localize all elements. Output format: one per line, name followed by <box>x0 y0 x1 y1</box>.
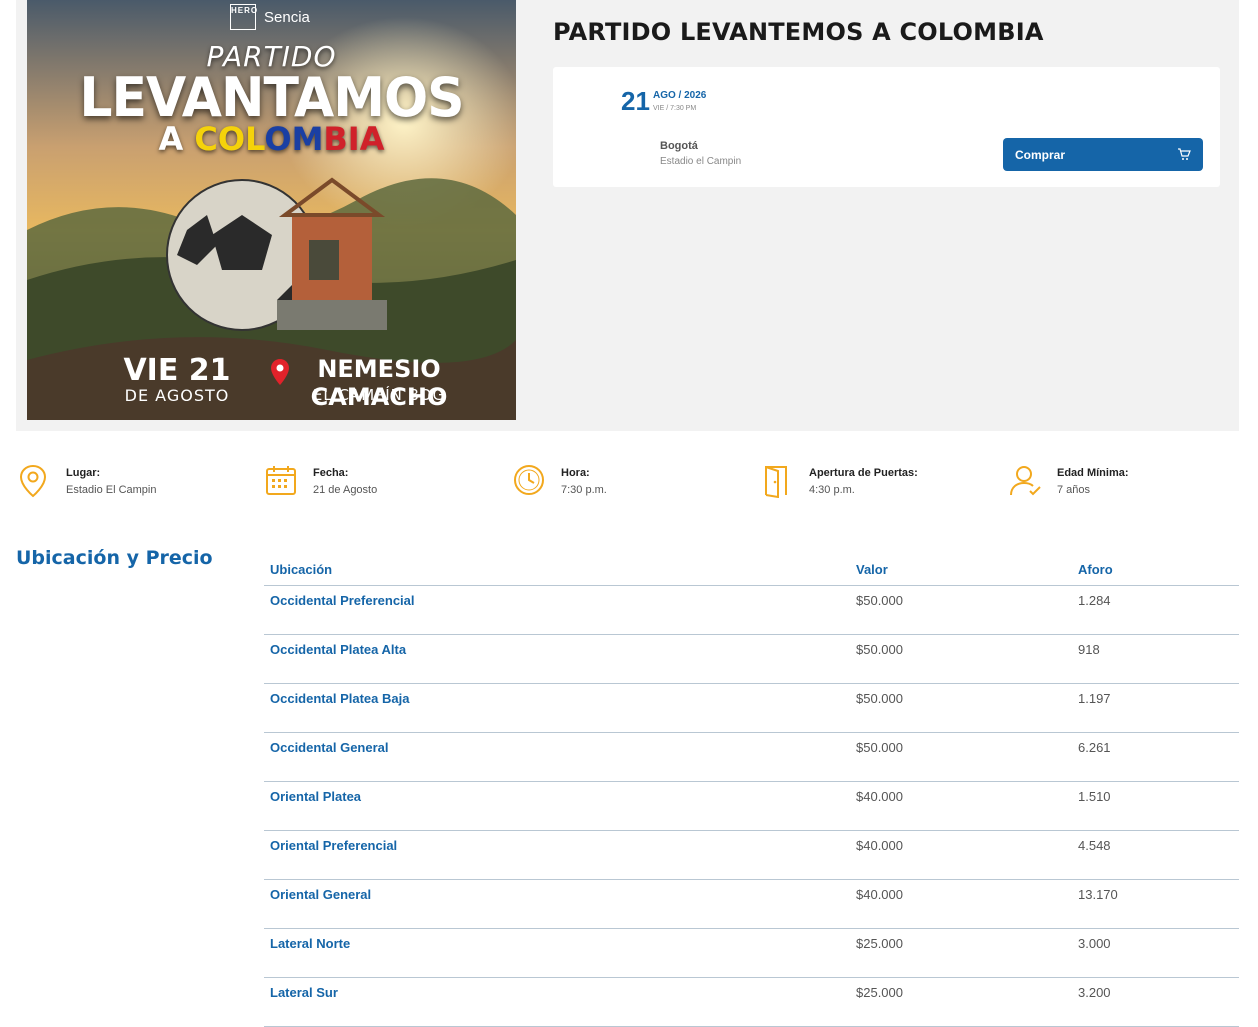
event-title: PARTIDO LEVANTEMOS A COLOMBIA <box>553 18 1044 46</box>
row-price: $50.000 <box>850 683 1072 733</box>
buy-button[interactable]: Comprar <box>1003 138 1203 171</box>
buy-button-label: Comprar <box>1015 148 1066 162</box>
info-value: 4:30 p.m. <box>809 484 855 496</box>
table-header-row: Ubicación Valor Aforo <box>264 548 1239 586</box>
row-price: $40.000 <box>850 830 1072 880</box>
table-row: Occidental Preferencial $50.000 1.284 <box>264 585 1239 635</box>
info-value: 7 años <box>1057 484 1091 496</box>
header-ubicacion: Ubicación <box>264 548 850 586</box>
poster-brand: HERO Sencia <box>230 4 310 30</box>
row-price: $50.000 <box>850 585 1072 635</box>
table-row: Oriental Preferencial $40.000 4.548 <box>264 830 1239 880</box>
row-price: $25.000 <box>850 928 1072 978</box>
row-location: Occidental General <box>264 732 850 782</box>
table-row: Oriental Platea $40.000 1.510 <box>264 781 1239 831</box>
sencia-logo: Sencia <box>264 8 310 26</box>
table-row: Oriental General $40.000 13.170 <box>264 879 1239 929</box>
table-row: Lateral Norte $25.000 3.000 <box>264 928 1239 978</box>
row-price: $50.000 <box>850 732 1072 782</box>
row-capacity: 3.000 <box>1072 928 1239 978</box>
row-capacity: 3.200 <box>1072 977 1239 1027</box>
info-value: Estadio El Campin <box>66 484 157 496</box>
table-row: Occidental General $50.000 6.261 <box>264 732 1239 782</box>
info-label: Lugar: <box>66 467 101 479</box>
event-city: Bogotá <box>660 140 698 152</box>
row-capacity: 6.261 <box>1072 732 1239 782</box>
row-capacity: 13.170 <box>1072 879 1239 929</box>
door-icon <box>765 466 787 498</box>
poster-line-colombia: A COLOMBIA <box>158 120 385 158</box>
info-label: Apertura de Puertas: <box>809 467 918 479</box>
row-price: $25.000 <box>850 977 1072 1027</box>
event-weekday-time: VIE / 7:30 PM <box>653 105 697 112</box>
event-poster: HERO Sencia PARTIDO LEVANTAMOS A COLOMBI… <box>27 0 516 420</box>
calendar-icon <box>266 466 296 495</box>
header-aforo: Aforo <box>1072 548 1239 586</box>
info-label: Fecha: <box>313 467 349 479</box>
row-capacity: 1.510 <box>1072 781 1239 831</box>
event-day: 21 <box>621 86 650 116</box>
poster-venue-sub: EL CAMPÍN BOG <box>312 386 446 404</box>
event-month-year: AGO / 2026 <box>653 90 707 101</box>
event-date-card: 21 AGO / 2026 VIE / 7:30 PM Bogotá Estad… <box>553 67 1220 187</box>
prices-section-title: Ubicación y Precio <box>16 547 213 569</box>
info-label: Edad Mínima: <box>1057 467 1129 479</box>
table-row: Occidental Platea Alta $50.000 918 <box>264 634 1239 684</box>
cart-icon <box>1178 148 1191 160</box>
info-value: 7:30 p.m. <box>561 484 607 496</box>
row-capacity: 4.548 <box>1072 830 1239 880</box>
table-row: Occidental Platea Baja $50.000 1.197 <box>264 683 1239 733</box>
hero-logo: HERO <box>230 4 257 30</box>
header-valor: Valor <box>850 548 1072 586</box>
row-location: Occidental Preferencial <box>264 585 850 635</box>
info-value: 21 de Agosto <box>313 484 378 496</box>
row-location: Occidental Platea Alta <box>264 634 850 684</box>
row-location: Oriental Platea <box>264 781 850 831</box>
row-price: $50.000 <box>850 634 1072 684</box>
row-capacity: 1.284 <box>1072 585 1239 635</box>
info-label: Hora: <box>561 467 590 479</box>
location-pin-icon <box>19 464 47 498</box>
row-capacity: 1.197 <box>1072 683 1239 733</box>
poster-pin-icon <box>271 359 289 385</box>
row-location: Lateral Norte <box>264 928 850 978</box>
event-venue: Estadio el Campin <box>660 156 742 167</box>
poster-date: VIE 21 <box>123 353 231 388</box>
row-location: Lateral Sur <box>264 977 850 1027</box>
poster-month: DE AGOSTO <box>124 386 230 405</box>
row-capacity: 918 <box>1072 634 1239 684</box>
row-location: Oriental General <box>264 879 850 929</box>
row-price: $40.000 <box>850 879 1072 929</box>
clock-icon <box>514 465 544 495</box>
user-check-icon <box>1010 466 1041 496</box>
price-table: Ubicación Valor Aforo Occidental Prefere… <box>264 548 1239 1027</box>
row-location: Occidental Platea Baja <box>264 683 850 733</box>
table-row: Lateral Sur $25.000 3.200 <box>264 977 1239 1027</box>
row-location: Oriental Preferencial <box>264 830 850 880</box>
row-price: $40.000 <box>850 781 1072 831</box>
